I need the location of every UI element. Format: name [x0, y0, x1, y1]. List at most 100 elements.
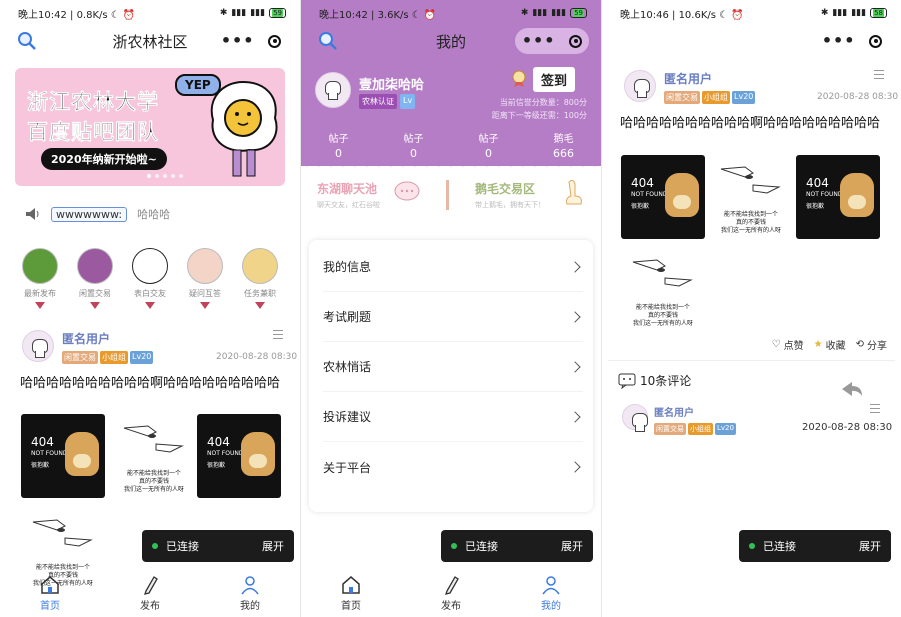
status-dot-icon [749, 543, 755, 549]
doge-icon [840, 173, 874, 217]
reply-arrow-icon[interactable] [840, 380, 864, 398]
comment-header[interactable]: 匿名用户 闲置交易 小组组 Lv20 [622, 404, 736, 435]
connection-toast[interactable]: 已连接 展开 [142, 530, 294, 562]
post-detail-screen: 晚上10:46 | 10.6K/s ☾ ⏰ ✱ ▮▮▮ ▮▮▮ 58 ••• 匿名用户… [602, 0, 901, 617]
heart-icon: ♡ [771, 339, 781, 350]
menu-whisper[interactable]: 农林悄话 [323, 342, 583, 392]
post-image[interactable]: 404 NOT FOUND 很抱歉 [796, 155, 880, 239]
expand-button[interactable]: 展开 [561, 538, 583, 554]
tab-mine[interactable]: 我的 [220, 575, 280, 612]
feature-chat-pool[interactable]: 东湖聊天池 聊天交友，红石谷啦 [317, 180, 457, 210]
hands-sketch-icon [720, 166, 781, 194]
post-menu-icon[interactable] [874, 70, 884, 82]
post-image[interactable]: 404 NOT FOUND 很抱歉 [621, 155, 705, 239]
notice-bar[interactable]: wwwwwww: 哈哈哈 [25, 206, 170, 222]
share-button[interactable]: ⟲ 分享 [856, 337, 887, 352]
stat-value: 0 [335, 147, 342, 160]
nav-bar: 浙农林社区 ••• [0, 26, 300, 56]
miniapp-capsule[interactable]: ••• [815, 28, 889, 54]
doge-icon [665, 173, 699, 217]
post-menu-icon[interactable] [273, 330, 283, 342]
search-icon[interactable] [317, 30, 339, 52]
stat-item[interactable]: 帖子 0 [451, 130, 526, 160]
comment-username[interactable]: 匿名用户 [654, 404, 736, 419]
checkin-button[interactable]: 签到 [532, 67, 575, 92]
post-username[interactable]: 匿名用户 [664, 70, 755, 87]
miniapp-capsule[interactable]: ••• [214, 28, 288, 54]
category-row: 最新发布 闲置交易 表白交友 疑问互答 任务兼职 [18, 248, 282, 309]
tab-label: 发布 [441, 601, 461, 612]
status-bar: 晚上10:42 | 3.6K/s ☾ ⏰ ✱ ▮▮▮ ▮▮▮ 59 [301, 0, 601, 26]
category-dating[interactable]: 表白交友 [128, 248, 172, 309]
menu-exam[interactable]: 考试刷题 [323, 292, 583, 342]
category-label: 表白交友 [134, 289, 166, 298]
doge-icon [65, 432, 99, 476]
avatar[interactable] [22, 330, 54, 362]
battery-icon: 59 [269, 8, 286, 18]
post-image[interactable]: 能不能给我找到一个 真的不要钱 我们这一无所有的人呀 [709, 155, 793, 239]
miniapp-capsule[interactable]: ••• [515, 28, 589, 54]
connection-toast[interactable]: 已连接 展开 [441, 530, 593, 562]
post-image[interactable]: 404 NOT FOUND 很抱歉 [21, 414, 105, 498]
close-icon[interactable] [569, 34, 583, 48]
battery-icon: 58 [870, 8, 887, 18]
status-dot-icon [152, 543, 158, 549]
tab-home[interactable]: 首页 [20, 575, 80, 612]
avatar[interactable] [315, 72, 351, 108]
tab-publish[interactable]: 发布 [120, 575, 180, 612]
badge-category: 闲置交易 [664, 91, 700, 104]
tab-label: 我的 [240, 601, 260, 612]
arrow-down-icon [90, 302, 100, 309]
menu-about[interactable]: 关于平台 [323, 442, 583, 492]
close-icon[interactable] [869, 34, 883, 48]
menu-complaint[interactable]: 投诉建议 [323, 392, 583, 442]
post-image[interactable]: 能不能给我找到一个 真的不要钱 我们这一无所有的人呀 [621, 248, 705, 332]
category-label: 疑问互答 [189, 289, 221, 298]
category-qa[interactable]: 疑问互答 [183, 248, 227, 309]
notice-text: 哈哈哈 [137, 208, 171, 221]
category-latest[interactable]: 最新发布 [18, 248, 62, 309]
tab-mine[interactable]: 我的 [521, 575, 581, 612]
post-username[interactable]: 匿名用户 [62, 330, 153, 347]
mine-screen: 晚上10:42 | 3.6K/s ☾ ⏰ ✱ ▮▮▮ ▮▮▮ 59 我的 ••• 壹加… [301, 0, 601, 617]
comment-menu-icon[interactable] [870, 404, 880, 416]
nav-bar: ••• [602, 26, 901, 56]
stat-item[interactable]: 鹅毛 666 [526, 130, 601, 160]
image-404-code: 404 [31, 435, 54, 449]
banner[interactable]: 浙江农林大学 百度贴吧团队 2020年纳新开始啦~ YEP [15, 68, 285, 186]
tab-home[interactable]: 首页 [321, 575, 381, 612]
post-image[interactable]: 能不能给我找到一个 真的不要钱 我们这一无所有的人呀 [112, 414, 196, 498]
post-header[interactable]: 匿名用户 闲置交易 小组组 Lv20 [22, 330, 154, 364]
image-404-cn: 很抱歉 [631, 203, 650, 210]
like-button[interactable]: ♡ 点赞 [772, 337, 804, 352]
egg-mascot-icon [210, 80, 278, 177]
chevron-right-icon [569, 310, 581, 323]
expand-button[interactable]: 展开 [859, 538, 881, 554]
image-404-text: NOT FOUND [806, 191, 843, 198]
banner-subtitle: 2020年纳新开始啦~ [41, 148, 167, 170]
star-icon: ★ [813, 339, 823, 350]
menu-label: 关于平台 [323, 460, 372, 475]
category-trade[interactable]: 闲置交易 [73, 248, 117, 309]
comment-count-text: 10条评论 [640, 374, 692, 388]
avatar[interactable] [624, 70, 656, 102]
post-header[interactable]: 匿名用户 闲置交易 小组组 Lv20 [624, 70, 756, 104]
stat-item[interactable]: 帖子 0 [376, 130, 451, 160]
stat-value: 666 [553, 147, 574, 160]
avatar[interactable] [622, 404, 648, 432]
more-icon[interactable]: ••• [522, 33, 556, 49]
stat-item[interactable]: 帖子 0 [301, 130, 376, 160]
expand-button[interactable]: 展开 [262, 538, 284, 554]
collect-button[interactable]: ★ 收藏 [814, 337, 846, 352]
menu-my-info[interactable]: 我的信息 [323, 242, 583, 292]
tab-publish[interactable]: 发布 [421, 575, 481, 612]
chevron-right-icon [569, 410, 581, 423]
stat-label: 鹅毛 [553, 134, 574, 145]
close-icon[interactable] [268, 34, 282, 48]
category-jobs[interactable]: 任务兼职 [238, 248, 282, 309]
more-icon[interactable]: ••• [221, 33, 255, 49]
search-icon[interactable] [16, 30, 38, 52]
connection-toast[interactable]: 已连接 展开 [739, 530, 891, 562]
more-icon[interactable]: ••• [822, 33, 856, 49]
post-image[interactable]: 404 NOT FOUND 很抱歉 [197, 414, 281, 498]
